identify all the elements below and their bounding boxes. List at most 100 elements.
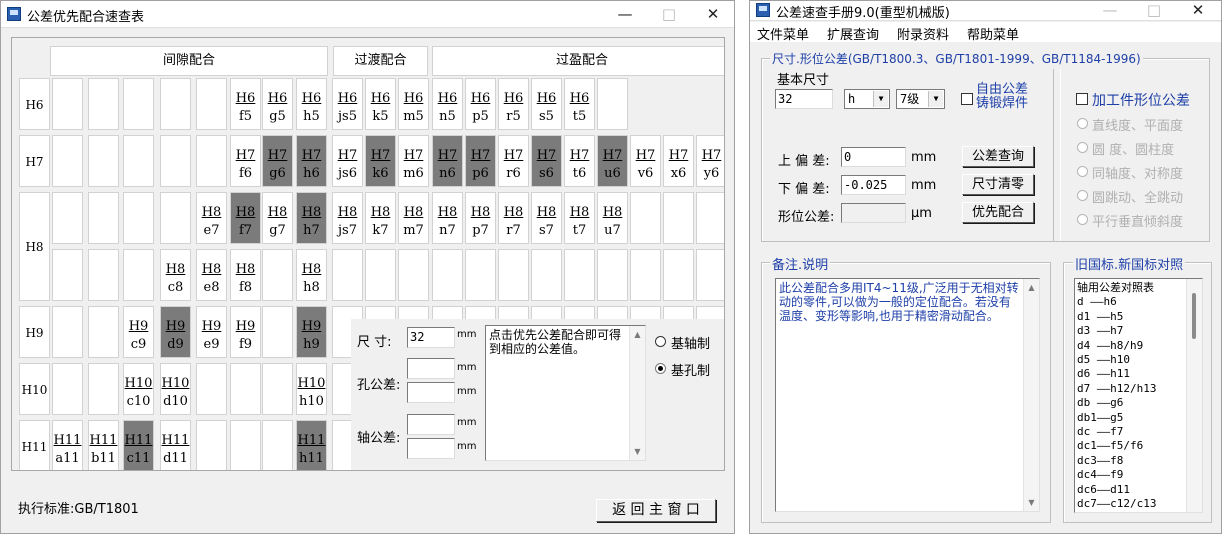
size-input[interactable]: 32 (407, 327, 455, 348)
fit-cell[interactable]: H6 n5 (432, 78, 463, 130)
fit-cell[interactable]: H6 h5 (296, 78, 327, 130)
fit-cell[interactable]: H6 r5 (498, 78, 529, 130)
fit-cell[interactable]: H6 m5 (398, 78, 429, 130)
remarks-scroll-up-icon[interactable]: ▲ (1024, 283, 1039, 292)
fit-cell[interactable]: H8 h7 (296, 192, 327, 244)
standards-list-item[interactable]: d ——h6 (1077, 295, 1185, 309)
standards-list-item[interactable]: dc3——f8 (1077, 454, 1185, 468)
hole-basis-label[interactable]: 基孔制 (671, 360, 710, 379)
shaft-upper-field[interactable] (407, 414, 455, 435)
fit-cell[interactable]: H9 f9 (230, 306, 261, 358)
fit-cell[interactable]: H8 s7 (531, 192, 562, 244)
fit-cell[interactable]: H7 t6 (564, 135, 595, 187)
fit-cell[interactable]: H6 js5 (332, 78, 363, 130)
standards-list-item[interactable]: d5 ——h10 (1077, 353, 1185, 367)
standards-list-item[interactable]: dc1——f5/f6 (1077, 439, 1185, 453)
grade-select[interactable]: 7级 ▼ (896, 89, 945, 109)
remarks-box[interactable]: 此公差配合多用IT4~11级,广泛用于无相对转动的零件,可以做为一般的定位配合。… (775, 278, 1040, 512)
fit-cell[interactable]: H8 m7 (398, 192, 429, 244)
minimize-button[interactable]: — (603, 1, 647, 28)
standards-scroll-thumb[interactable] (1192, 293, 1196, 339)
fit-cell[interactable]: H10 h10 (296, 363, 327, 415)
fit-cell[interactable]: H7 f6 (230, 135, 261, 187)
fit-cell[interactable]: H8 f7 (230, 192, 261, 244)
fit-cell[interactable]: H11 c11 (123, 420, 154, 470)
fit-cell[interactable]: H6 g5 (262, 78, 293, 130)
fit-cell[interactable]: H7 m6 (398, 135, 429, 187)
scroll-up-icon[interactable]: ▲ (630, 330, 645, 339)
standards-list-item[interactable]: d6 ——h11 (1077, 367, 1185, 381)
free-tolerance-label[interactable]: 自由公差 铸锻焊件 (976, 83, 1028, 111)
handbook-minimize-button[interactable]: — (1088, 1, 1132, 21)
machined-form-checkbox[interactable] (1076, 93, 1088, 105)
fit-cell[interactable]: H8 u7 (597, 192, 628, 244)
fit-cell[interactable]: H7 js6 (332, 135, 363, 187)
menu-help[interactable]: 帮助菜单 (967, 24, 1019, 43)
calc-note-box[interactable]: 点击优先公差配合即可得到相应的公差值。 ▲ ▼ (485, 325, 646, 461)
remarks-scroll-down-icon[interactable]: ▼ (1024, 498, 1039, 507)
fit-cell[interactable]: H7 p6 (465, 135, 496, 187)
menu-appendix[interactable]: 附录资料 (897, 24, 949, 43)
hole-basis-radio[interactable] (655, 363, 666, 374)
standards-list[interactable]: 轴用公差对照表 d ——h6 d1 ——h5 d3 ——h7 d4 ——h8/h9 d5 … (1074, 278, 1203, 513)
fit-cell[interactable]: H7 h6 (296, 135, 327, 187)
fit-cell[interactable]: H7 n6 (432, 135, 463, 187)
upper-deviation-field[interactable]: 0 (841, 147, 906, 167)
fit-cell[interactable]: H9 e9 (196, 306, 227, 358)
remarks-scrollbar[interactable]: ▲ ▼ (1023, 279, 1039, 511)
fit-cell[interactable]: H6 k5 (365, 78, 396, 130)
close-button[interactable]: ✕ (691, 1, 734, 28)
fit-cell[interactable]: H11 a11 (52, 420, 83, 470)
handbook-close-button[interactable]: ✕ (1176, 1, 1220, 21)
basic-size-input[interactable]: 32 (775, 89, 833, 109)
fit-cell[interactable]: H8 js7 (332, 192, 363, 244)
standards-list-item[interactable]: 轴用公差对照表 (1077, 281, 1185, 295)
fit-cell[interactable]: H7 r6 (498, 135, 529, 187)
standards-list-item[interactable]: dc7——c12/c13 (1077, 497, 1185, 511)
note-scrollbar[interactable]: ▲ ▼ (629, 326, 645, 460)
standards-list-item[interactable]: dc ——f7 (1077, 425, 1185, 439)
fit-letter-select[interactable]: h ▼ (844, 89, 890, 109)
menu-extended-query[interactable]: 扩展查询 (827, 24, 879, 43)
preferred-fit-button[interactable]: 优先配合 (962, 202, 1034, 223)
shaft-lower-field[interactable] (407, 438, 455, 459)
standards-list-item[interactable]: db1——g5 (1077, 411, 1185, 425)
fit-cell[interactable]: H8 f8 (230, 249, 261, 301)
fit-cell[interactable]: H8 e8 (196, 249, 227, 301)
shaft-basis-radio[interactable] (655, 336, 666, 347)
fit-cell[interactable]: H8 n7 (432, 192, 463, 244)
machined-form-label[interactable]: 加工件形位公差 (1092, 90, 1190, 110)
back-to-main-button[interactable]: 返 回 主 窗 口 (596, 499, 716, 522)
lower-deviation-field[interactable]: -0.025 (841, 175, 906, 195)
fit-cell[interactable]: H11 b11 (88, 420, 119, 470)
standards-list-item[interactable]: db ——g6 (1077, 396, 1185, 410)
standards-list-item[interactable]: d3 ——h7 (1077, 324, 1185, 338)
fit-cell[interactable]: H8 h8 (296, 249, 327, 301)
hole-lower-field[interactable] (407, 382, 455, 403)
fit-cell[interactable]: H8 k7 (365, 192, 396, 244)
standards-scrollbar[interactable] (1186, 279, 1202, 512)
menu-file[interactable]: 文件菜单 (757, 24, 809, 43)
shaft-basis-label[interactable]: 基轴制 (671, 333, 710, 352)
standards-list-item[interactable]: d1 ——h5 (1077, 310, 1185, 324)
fit-cell[interactable]: H7 x6 (663, 135, 694, 187)
fit-cell[interactable]: H8 t7 (564, 192, 595, 244)
fit-letter-dropdown-icon[interactable]: ▼ (873, 91, 888, 107)
fit-cell[interactable]: H8 p7 (465, 192, 496, 244)
tolerance-query-button[interactable]: 公差查询 (962, 146, 1034, 167)
fit-cell[interactable]: H9 d9 (160, 306, 191, 358)
fit-cell[interactable]: H6 t5 (564, 78, 595, 130)
fit-cell[interactable]: H7 k6 (365, 135, 396, 187)
fit-cell[interactable]: H7 y6 (696, 135, 724, 187)
scroll-down-icon[interactable]: ▼ (630, 447, 645, 456)
fit-cell[interactable]: H11 d11 (160, 420, 191, 470)
grade-dropdown-icon[interactable]: ▼ (928, 91, 943, 107)
size-clear-button[interactable]: 尺寸清零 (962, 174, 1034, 195)
fit-cell[interactable]: H6 f5 (230, 78, 261, 130)
standards-list-item[interactable]: d4 ——h8/h9 (1077, 339, 1185, 353)
standards-list-item[interactable]: dc4——f9 (1077, 468, 1185, 482)
fit-cell[interactable]: H10 d10 (160, 363, 191, 415)
form-tolerance-field[interactable] (841, 203, 906, 223)
fit-cell[interactable]: H6 p5 (465, 78, 496, 130)
fit-cell[interactable]: H8 g7 (262, 192, 293, 244)
